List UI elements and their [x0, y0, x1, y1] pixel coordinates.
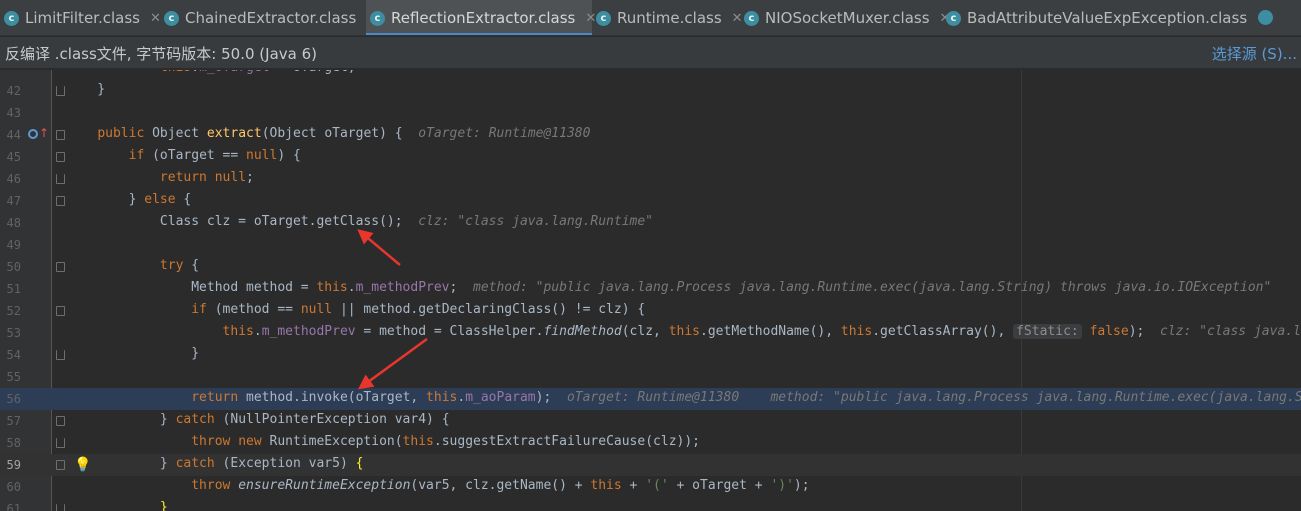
- tab-label: ReflectionExtractor.class: [391, 9, 576, 27]
- tab-runtime[interactable]: c Runtime.class ✕: [592, 0, 743, 35]
- code-line[interactable]: 48 Class clz = oTarget.getClass(); clz: …: [0, 212, 1301, 234]
- tab-reflectionextractor[interactable]: c ReflectionExtractor.class ✕: [366, 0, 596, 35]
- code-text[interactable]: if (method == null || method.getDeclarin…: [66, 302, 645, 317]
- class-file-icon: c: [4, 10, 19, 26]
- fold-marker-icon[interactable]: [56, 196, 65, 206]
- class-file-icon[interactable]: [1258, 10, 1273, 25]
- code-line[interactable]: 42 }: [0, 80, 1301, 102]
- code-line[interactable]: 56 return method.invoke(oTarget, this.m_…: [0, 388, 1301, 410]
- code-text[interactable]: return null;: [66, 170, 254, 185]
- line-number: 48: [6, 216, 21, 230]
- fold-marker-icon[interactable]: [56, 262, 65, 272]
- fold-marker-icon[interactable]: [56, 504, 65, 511]
- line-number: 58: [6, 436, 21, 450]
- code-line[interactable]: 47 } else {: [0, 190, 1301, 212]
- line-number: 52: [6, 304, 21, 318]
- line-number: 61: [6, 502, 21, 511]
- override-arrow-icon[interactable]: ↑: [39, 127, 49, 139]
- tab-chainedextractor[interactable]: cChainedExtractor.class✕: [160, 0, 377, 35]
- line-number: 46: [6, 172, 21, 186]
- code-line[interactable]: 51 Method method = this.m_methodPrev; me…: [0, 278, 1301, 300]
- line-number: 42: [6, 84, 21, 98]
- line-number: 49: [6, 238, 21, 252]
- tab-label: BadAttributeValueExpException.class: [967, 9, 1248, 27]
- code-text[interactable]: if (oTarget == null) {: [66, 148, 301, 163]
- line-number: 44: [6, 128, 21, 142]
- code-text[interactable]: Method method = this.m_methodPrev; metho…: [66, 280, 1271, 295]
- line-number: 54: [6, 348, 21, 362]
- class-file-icon: c: [370, 10, 385, 26]
- code-line[interactable]: this.m_oTarget = oTarget;: [0, 70, 1301, 80]
- line-number: 45: [6, 150, 21, 164]
- code-text[interactable]: throw ensureRuntimeException(var5, clz.g…: [66, 478, 809, 493]
- fold-marker-icon[interactable]: [56, 350, 65, 360]
- code-line[interactable]: 49: [0, 234, 1301, 256]
- editor-tab-bar: c LimitFilter.class ✕ c ChainedExtractor.cla…: [0, 0, 1301, 36]
- fold-marker-icon[interactable]: [56, 306, 65, 316]
- code-line[interactable]: 60 throw ensureRuntimeException(var5, cl…: [0, 476, 1301, 498]
- fold-marker-icon[interactable]: [56, 86, 65, 96]
- line-number: 50: [6, 260, 21, 274]
- tab-limitfilter[interactable]: c LimitFilter.class ✕: [0, 0, 161, 35]
- code-line[interactable]: 45 if (oTarget == null) {: [0, 146, 1301, 168]
- code-line[interactable]: 58 throw new RuntimeException(this.sugge…: [0, 432, 1301, 454]
- implements-method-icon[interactable]: [28, 129, 38, 139]
- code-text[interactable]: this.m_methodPrev = method = ClassHelper…: [66, 324, 1301, 339]
- code-text[interactable]: this.m_oTarget = oTarget;: [66, 70, 356, 75]
- line-number: 47: [6, 194, 21, 208]
- code-text[interactable]: public Object extract(Object oTarget) { …: [66, 126, 590, 141]
- code-text[interactable]: } catch (NullPointerException var4) {: [66, 412, 450, 427]
- code-text[interactable]: return method.invoke(oTarget, this.m_aoP…: [66, 390, 1301, 405]
- tab-label: ChainedExtractor.class: [185, 9, 357, 27]
- class-file-icon: c: [164, 10, 179, 26]
- fold-marker-icon[interactable]: [56, 130, 65, 140]
- tab-label: Runtime.class: [617, 9, 722, 27]
- code-line[interactable]: 54 }: [0, 344, 1301, 366]
- code-line[interactable]: 55: [0, 366, 1301, 388]
- line-number: 55: [6, 370, 21, 384]
- class-file-icon: c: [596, 10, 611, 26]
- code-line[interactable]: 52 if (method == null || method.getDecla…: [0, 300, 1301, 322]
- decompiled-class-banner: 反编译 .class文件, 字节码版本: 50.0 (Java 6) 选择源 (…: [0, 37, 1301, 69]
- code-text[interactable]: }: [66, 500, 168, 511]
- tab-badattributevalueexpexception[interactable]: cBadAttributeValueExpException.class✕: [942, 0, 1268, 35]
- choose-sources-link[interactable]: 选择源 (S)...: [1212, 43, 1297, 64]
- code-text[interactable]: }: [66, 82, 105, 97]
- tab-label: LimitFilter.class: [25, 9, 140, 27]
- tab-niosocketmuxer[interactable]: c NIOSocketMuxer.class ✕: [740, 0, 950, 35]
- fold-marker-icon[interactable]: [56, 152, 65, 162]
- code-text[interactable]: }: [66, 346, 199, 361]
- line-number: 60: [6, 480, 21, 494]
- code-line[interactable]: 44 ↑ public Object extract(Object oTarget…: [0, 124, 1301, 146]
- line-number: 43: [6, 106, 21, 120]
- code-text[interactable]: Class clz = oTarget.getClass(); clz: "cl…: [66, 214, 653, 229]
- fold-marker-icon[interactable]: [56, 438, 65, 448]
- line-number: 59: [6, 458, 21, 472]
- code-text[interactable]: } catch (Exception var5) {: [66, 456, 364, 471]
- line-number: 57: [6, 414, 21, 428]
- code-line[interactable]: 46 return null;: [0, 168, 1301, 190]
- code-line[interactable]: 43: [0, 102, 1301, 124]
- code-line[interactable]: 57 } catch (NullPointerException var4) {: [0, 410, 1301, 432]
- code-text[interactable]: throw new RuntimeException(this.suggestE…: [66, 434, 700, 449]
- code-text[interactable]: try {: [66, 258, 199, 273]
- code-line[interactable]: 59 💡 } catch (Exception var5) {: [0, 454, 1301, 476]
- code-editor[interactable]: this.m_oTarget = oTarget; 42 } 43 44 ↑ publi…: [0, 70, 1301, 511]
- line-number: 53: [6, 326, 21, 340]
- code-line[interactable]: 50 try {: [0, 256, 1301, 278]
- fold-marker-icon[interactable]: [56, 416, 65, 426]
- line-number: 56: [6, 392, 21, 406]
- code-line[interactable]: 61 }: [0, 498, 1301, 511]
- class-file-icon: c: [744, 10, 759, 26]
- fold-marker-icon[interactable]: [56, 174, 65, 184]
- class-file-icon: c: [946, 10, 961, 26]
- fold-marker-icon[interactable]: [56, 460, 65, 470]
- bytecode-version-text: 反编译 .class文件, 字节码版本: 50.0 (Java 6): [5, 45, 317, 63]
- code-text[interactable]: } else {: [66, 192, 192, 207]
- code-line[interactable]: 53 this.m_methodPrev = method = ClassHel…: [0, 322, 1301, 344]
- tab-label: NIOSocketMuxer.class: [765, 9, 930, 27]
- line-number: 51: [6, 282, 21, 296]
